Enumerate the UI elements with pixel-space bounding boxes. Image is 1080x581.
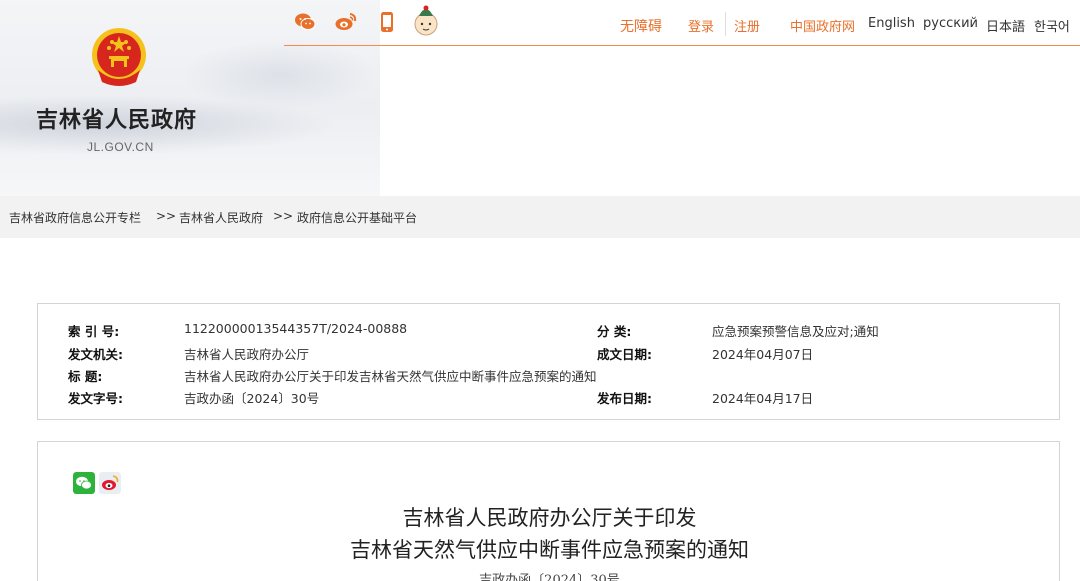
register-link[interactable]: 注册: [734, 16, 760, 35]
breadcrumb-separator: >>: [156, 209, 177, 223]
issuer-label: 发文机关:: [68, 347, 123, 362]
china-gov-link[interactable]: 中国政府网: [790, 16, 855, 35]
weibo-share-icon[interactable]: [99, 472, 121, 494]
mobile-icon[interactable]: [375, 10, 399, 34]
title-label: 标 题:: [68, 369, 103, 384]
login-link[interactable]: 登录: [688, 16, 714, 35]
site-title[interactable]: 吉林省人民政府: [36, 102, 197, 134]
accessibility-link[interactable]: 无障碍: [620, 16, 662, 36]
published-date-value: 2024年04月17日: [712, 391, 814, 406]
category-label: 分 类:: [597, 324, 632, 339]
national-emblem-icon[interactable]: [90, 26, 148, 88]
article-body: 吉林省人民政府办公厅关于印发 吉林省天然气供应中断事件应急预案的通知 吉政办函〔…: [37, 441, 1060, 581]
breadcrumb-separator: >>: [273, 209, 294, 223]
article-title-line-2: 吉林省天然气供应中断事件应急预案的通知: [350, 538, 749, 562]
russian-link[interactable]: русский: [923, 16, 978, 31]
created-date-label: 成文日期:: [597, 347, 652, 362]
index-label: 索 引 号:: [68, 324, 120, 339]
site-header: 吉林省人民政府 JL.GOV.CN 无障碍 登录 注册 中国政府网 Englis…: [0, 0, 1080, 196]
top-nav-bar: 无障碍 登录 注册 中国政府网 English русский 日本語 한국어: [284, 0, 1080, 46]
weibo-icon[interactable]: [334, 10, 358, 34]
wechat-share-icon[interactable]: [73, 472, 95, 494]
doc-number-label: 发文字号:: [68, 391, 123, 406]
mascot-icon[interactable]: [411, 2, 441, 38]
document-info-table: 索 引 号: 11220000013544357T/2024-00888 分 类…: [37, 303, 1060, 420]
published-date-label: 发布日期:: [597, 391, 652, 406]
site-domain: JL.GOV.CN: [87, 140, 154, 154]
issuer-value: 吉林省人民政府办公厅: [184, 347, 310, 362]
breadcrumb-item-platform[interactable]: 政府信息公开基础平台: [297, 209, 417, 226]
korean-link[interactable]: 한국어: [1034, 16, 1070, 35]
category-value: 应急预案预警信息及应对;通知: [712, 324, 879, 339]
title-value: 吉林省人民政府办公厅关于印发吉林省天然气供应中断事件应急预案的通知: [184, 369, 597, 384]
english-link[interactable]: English: [868, 16, 915, 31]
index-value: 11220000013544357T/2024-00888: [184, 321, 408, 336]
doc-number-value: 吉政办函〔2024〕30号: [184, 391, 320, 406]
breadcrumb-item-provincial-gov[interactable]: 吉林省人民政府: [179, 209, 263, 226]
breadcrumb: 吉林省政府信息公开专栏 >> 吉林省人民政府 >> 政府信息公开基础平台: [0, 196, 1080, 238]
wechat-icon[interactable]: [293, 10, 317, 34]
ink-wash-2: [180, 40, 380, 110]
nav-divider: [725, 12, 726, 36]
breadcrumb-item-info-column[interactable]: 吉林省政府信息公开专栏: [9, 209, 141, 226]
article-title-line-1: 吉林省人民政府办公厅关于印发: [402, 506, 697, 530]
created-date-value: 2024年04月07日: [712, 347, 814, 362]
article-doc-number: 吉政办函〔2024〕30号: [479, 573, 620, 581]
japanese-link[interactable]: 日本語: [986, 16, 1025, 35]
